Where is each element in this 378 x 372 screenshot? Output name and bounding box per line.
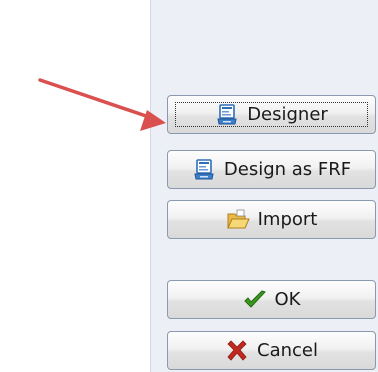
cancel-button-label: Cancel [257, 340, 318, 361]
designer-icon [192, 158, 216, 182]
left-pane [0, 0, 150, 372]
import-button[interactable]: Import [167, 200, 376, 239]
folder-open-icon [226, 208, 250, 232]
design-as-frf-button[interactable]: Design as FRF [167, 150, 376, 189]
designer-icon [215, 103, 239, 127]
x-icon [225, 339, 249, 363]
cancel-button[interactable]: Cancel [167, 331, 376, 370]
designer-button[interactable]: Designer [167, 95, 376, 134]
ok-button-label: OK [274, 289, 301, 310]
design-as-frf-button-label: Design as FRF [223, 159, 352, 180]
designer-button-label: Designer [247, 104, 328, 125]
checkmark-icon [243, 288, 267, 312]
import-button-label: Import [257, 209, 318, 230]
ok-button[interactable]: OK [167, 280, 376, 319]
